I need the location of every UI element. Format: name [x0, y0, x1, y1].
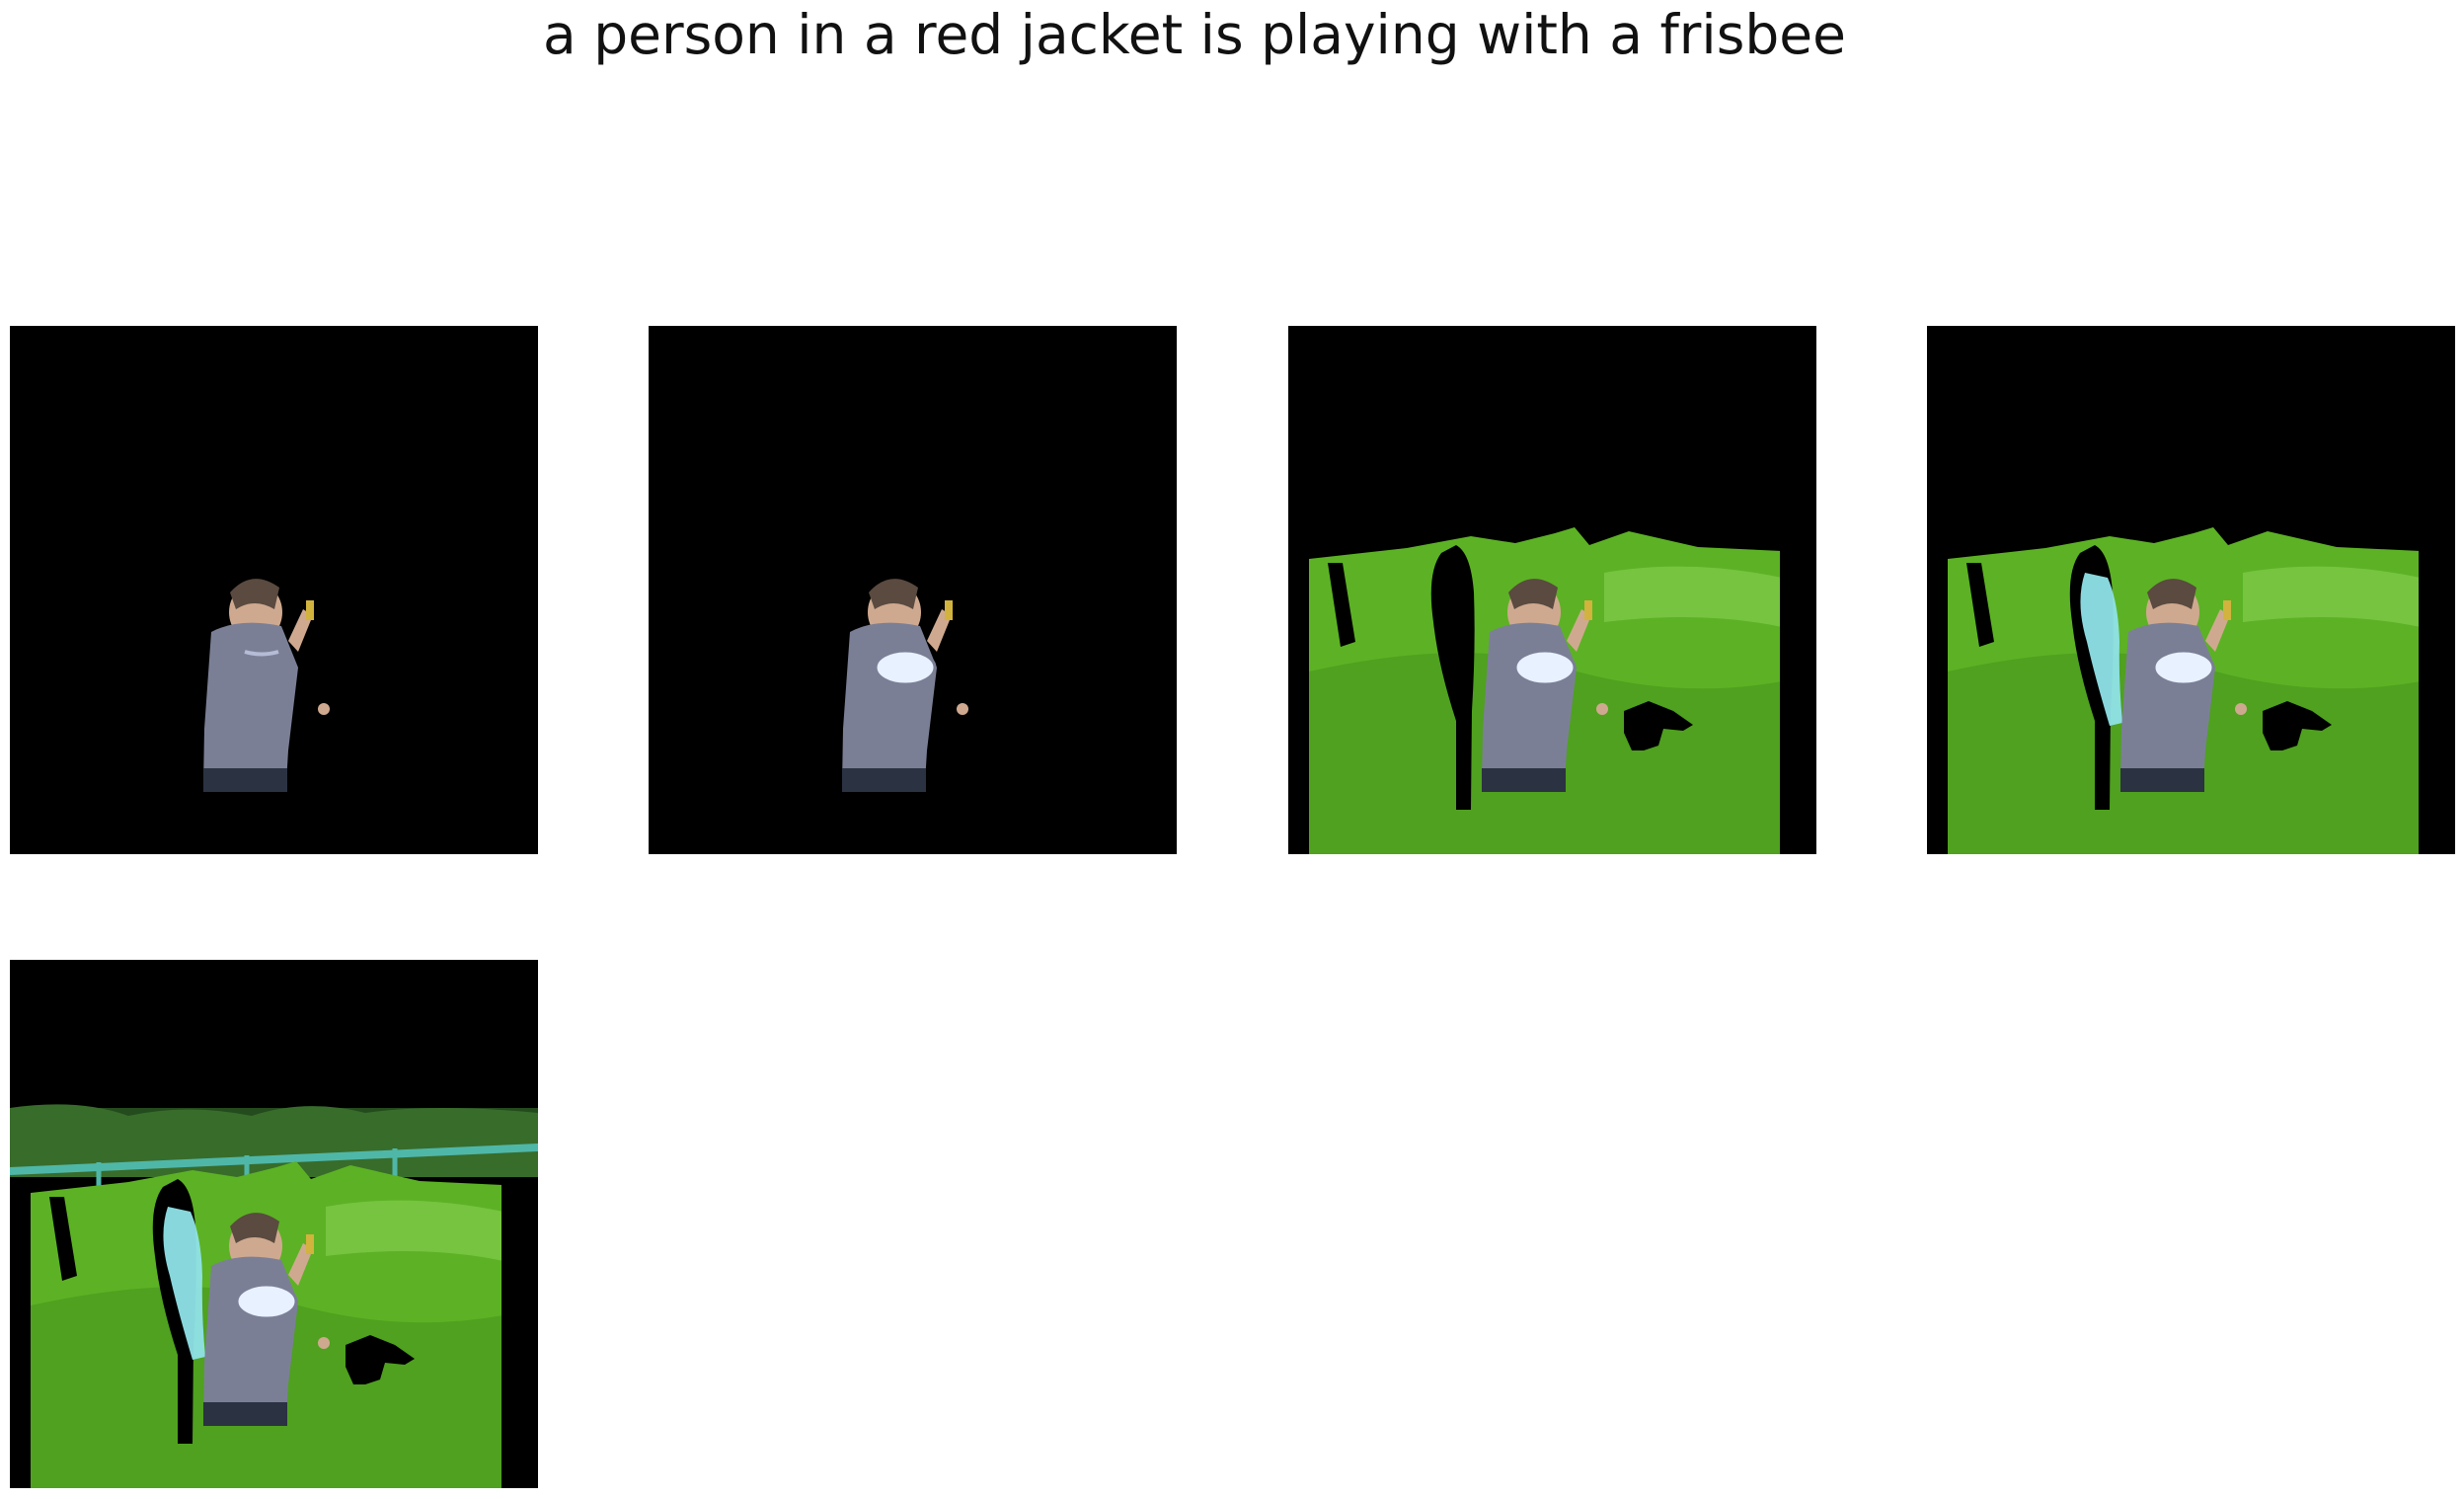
figure-title: a person in a red jacket is playing with… — [543, 3, 1846, 66]
panel-step-4 — [1927, 326, 2455, 854]
panel-step-2 — [649, 326, 1177, 854]
panel-step-2-image — [842, 579, 968, 792]
panel-step-1-image — [203, 579, 330, 792]
panel-step-1 — [10, 326, 538, 854]
frisbee — [2152, 649, 2215, 686]
panel-step-5 — [10, 960, 538, 1488]
person-figure — [203, 579, 330, 792]
panel-step-3 — [1288, 326, 1816, 854]
panel-step-3-image — [1309, 326, 1816, 854]
panel-step-5-image — [10, 1104, 538, 1488]
frisbee — [235, 1283, 298, 1320]
frisbee — [1513, 649, 1577, 686]
frisbee — [874, 649, 937, 686]
panel-step-4-image — [1948, 326, 2455, 854]
